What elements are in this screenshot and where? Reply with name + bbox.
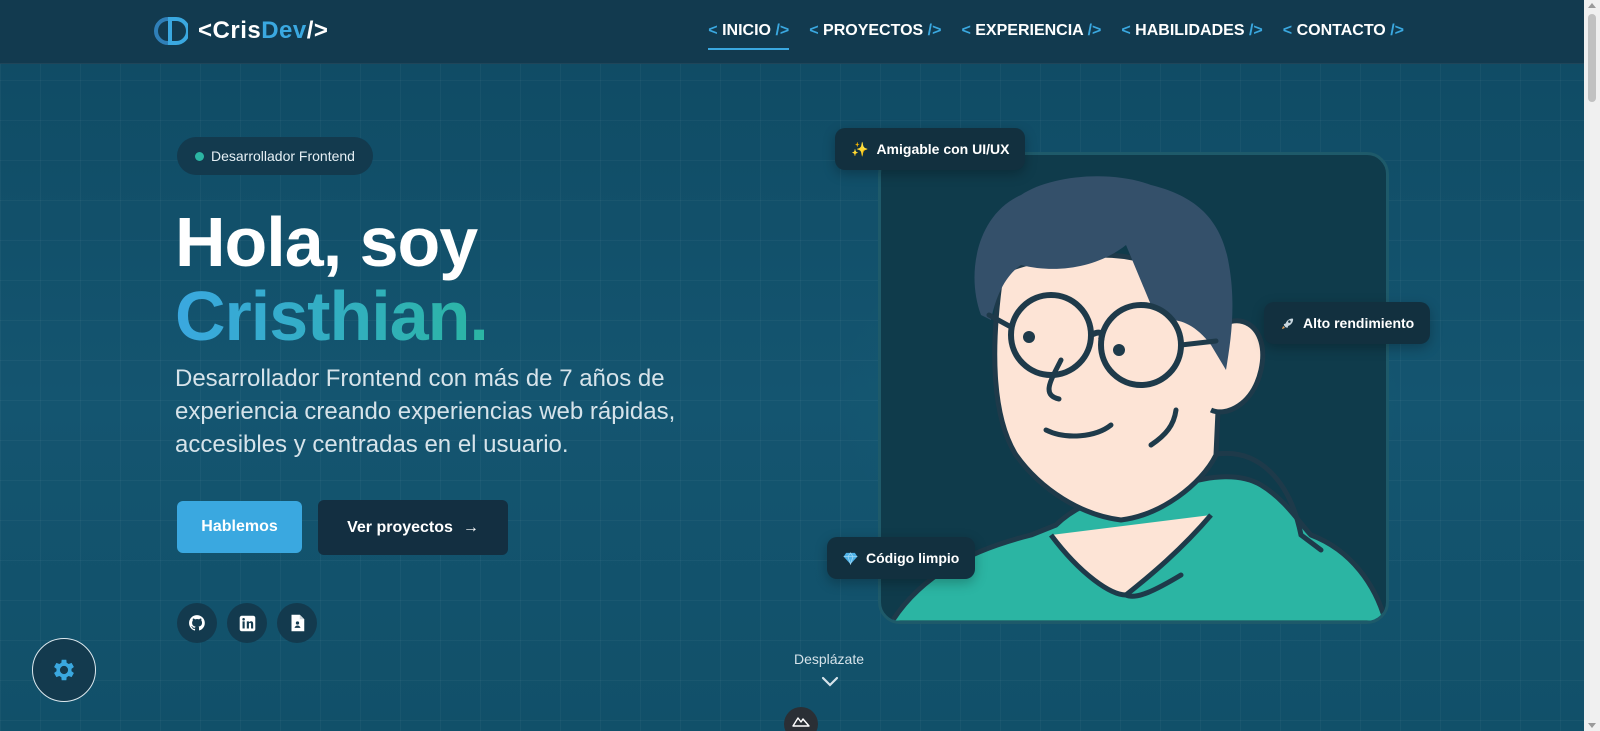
site-header: <CrisDev/> < INICIO /> < PROYECTOS /> < … (0, 0, 1584, 64)
view-projects-label: Ver proyectos (347, 518, 453, 536)
tag-clean-code-label: Código limpio (866, 550, 960, 566)
hero-title-greeting: Hola, soy (175, 203, 478, 281)
linkedin-icon (239, 615, 255, 631)
status-dot (195, 152, 204, 161)
contact-button-label: Hablemos (201, 518, 278, 535)
tag-clean-code: Código limpio (827, 537, 976, 579)
github-link[interactable] (177, 603, 217, 643)
gear-icon (54, 659, 74, 681)
logo[interactable]: <CrisDev/> (152, 15, 328, 47)
scrollbar-thumb[interactable] (1588, 14, 1596, 102)
logo-text: <CrisDev/> (198, 17, 328, 45)
nav-item-contacto[interactable]: < CONTACTO /> (1283, 22, 1404, 50)
hero-description: Desarrollador Frontend con más de 7 años… (175, 365, 676, 458)
diamond-icon (843, 551, 858, 565)
contact-button[interactable]: Hablemos (177, 501, 302, 553)
github-icon (189, 615, 205, 631)
tag-performance: Alto rendimiento (1264, 302, 1431, 344)
nav-item-experiencia[interactable]: < EXPERIENCIA /> (961, 22, 1101, 50)
document-icon (291, 614, 304, 632)
logo-mark-icon (154, 17, 188, 45)
chevron-down-icon[interactable] (821, 676, 839, 688)
nav-item-habilidades[interactable]: < HABILIDADES /> (1121, 22, 1262, 50)
linkedin-link[interactable] (227, 603, 267, 643)
logo-text-dev: Dev (261, 17, 307, 44)
scroll-hint: Desplázate (793, 651, 865, 667)
tag-ui-ux: ✨ Amigable con UI/UX (835, 128, 1026, 170)
scroll-down-arrow-icon[interactable] (1588, 723, 1596, 728)
role-badge: Desarrollador Frontend (177, 137, 373, 175)
settings-button[interactable] (32, 638, 96, 702)
nav-item-proyectos[interactable]: < PROYECTOS /> (809, 22, 941, 50)
tag-performance-label: Alto rendimiento (1303, 315, 1415, 331)
rocket-icon (1281, 318, 1294, 329)
nav-item-inicio[interactable]: < INICIO /> (708, 22, 790, 50)
page-scrollbar[interactable] (1584, 0, 1600, 731)
hero-title-name: Cristhian. (175, 277, 489, 355)
sparkles-icon: ✨ (851, 140, 869, 157)
tag-ui-ux-label: Amigable con UI/UX (876, 141, 1010, 157)
main-nav: < INICIO /> < PROYECTOS /> < EXPERIENCIA… (708, 22, 1404, 50)
resume-link[interactable] (277, 603, 317, 643)
view-projects-button[interactable]: Ver proyectos → (318, 500, 508, 555)
mountain-logo-icon (792, 717, 810, 727)
role-badge-label: Desarrollador Frontend (211, 148, 355, 164)
arrow-right-icon: → (462, 518, 479, 536)
logo-text-cris: <Cris (198, 17, 262, 44)
logo-text-close: /> (306, 17, 329, 44)
scroll-up-arrow-icon[interactable] (1588, 3, 1596, 8)
